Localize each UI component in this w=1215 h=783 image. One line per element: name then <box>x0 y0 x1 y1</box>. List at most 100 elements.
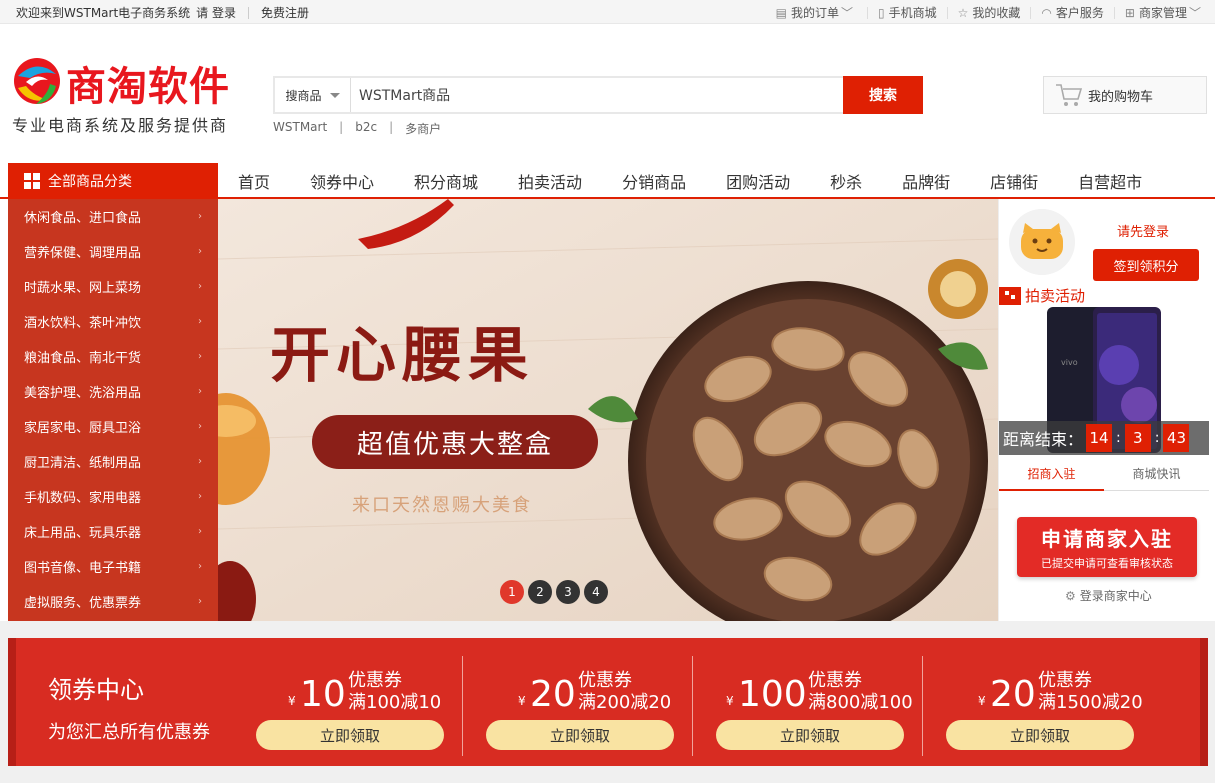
category-label: 酒水饮料、茶叶冲饮 <box>24 316 142 331</box>
apply-merchant-button[interactable]: 申请商家入驻 已提交申请可查看审核状态 <box>1017 517 1197 577</box>
all-categories-button[interactable]: 全部商品分类 <box>8 163 218 199</box>
get-coupon-button[interactable]: 立即领取 <box>256 720 444 750</box>
coupon-card: ¥ 20 优惠券 满200减20 立即领取 <box>462 638 692 766</box>
search-input[interactable] <box>351 78 843 112</box>
category-item[interactable]: 厨卫清洁、纸制用品 › <box>8 444 218 479</box>
hot-keyword[interactable]: WSTMart <box>273 120 327 137</box>
banner-page-dot[interactable]: 1 <box>500 580 524 604</box>
nav-item-brands[interactable]: 品牌街 <box>882 165 970 195</box>
all-categories-label: 全部商品分类 <box>48 174 132 190</box>
currency-symbol: ¥ <box>288 694 296 708</box>
mobile-mall-label: 手机商城 <box>888 6 937 20</box>
coupon-condition: 满800减100 <box>808 692 913 713</box>
hot-keywords: WSTMart | b2c | 多商户 <box>273 120 441 137</box>
logo-name: 商淘软件 <box>66 64 230 110</box>
banner-title: 开心腰果 <box>270 321 534 391</box>
logo-mark-icon <box>14 58 60 104</box>
countdown-minutes: 3 <box>1124 424 1151 452</box>
login-link[interactable]: 请 登录 <box>196 4 236 21</box>
dropdown-arrow-icon <box>329 92 340 98</box>
category-label: 厨卫清洁、纸制用品 <box>24 456 142 471</box>
coupon-center-title[interactable]: 领券中心 <box>48 670 144 705</box>
hot-keyword[interactable]: b2c <box>355 120 377 137</box>
chevron-right-icon: › <box>198 246 202 257</box>
category-item[interactable]: 手机数码、家用电器 › <box>8 479 218 514</box>
category-label: 床上用品、玩具乐器 <box>24 526 142 541</box>
category-item[interactable]: 美容护理、洗浴用品 › <box>8 374 218 409</box>
category-item[interactable]: 休闲食品、进口食品 › <box>8 199 218 234</box>
coupon-card: ¥ 10 优惠券 满100减10 立即领取 <box>232 638 462 766</box>
mobile-icon: ▯ <box>878 5 885 20</box>
avatar[interactable] <box>1009 209 1075 275</box>
banner-page-dot[interactable]: 4 <box>584 580 608 604</box>
search-button[interactable]: 搜索 <box>843 76 923 114</box>
banner-page-dot[interactable]: 3 <box>556 580 580 604</box>
category-label: 营养保健、调理用品 <box>24 246 142 261</box>
my-orders-link[interactable]: ▤ 我的订单 ﹀ <box>766 4 867 21</box>
main-nav: 首页 领券中心 积分商城 拍卖活动 分销商品 团购活动 秒杀 品牌街 店铺街 自… <box>218 165 1162 195</box>
chevron-right-icon: › <box>198 386 202 397</box>
nav-item-distribution[interactable]: 分销商品 <box>602 165 706 195</box>
nav-item-points-mall[interactable]: 积分商城 <box>394 165 498 195</box>
coupon-center-subtitle: 为您汇总所有优惠券 <box>48 722 210 743</box>
get-coupon-button[interactable]: 立即领取 <box>486 720 674 750</box>
nav-item-shops[interactable]: 店铺街 <box>970 165 1058 195</box>
category-item[interactable]: 家居家电、厨具卫浴 › <box>8 409 218 444</box>
currency-symbol: ¥ <box>518 694 526 708</box>
nav-item-flash-sale[interactable]: 秒杀 <box>810 165 882 195</box>
category-item[interactable]: 营养保健、调理用品 › <box>8 234 218 269</box>
merchant-manage-link[interactable]: ⊞ 商家管理 ﹀ <box>1115 4 1215 21</box>
coupon-amount: 20 <box>530 674 576 715</box>
nav-item-self-market[interactable]: 自营超市 <box>1058 165 1162 195</box>
site-logo[interactable]: 商淘软件 专业电商系统及服务提供商 <box>10 54 246 135</box>
merchant-manage-label: 商家管理 <box>1138 6 1187 20</box>
headset-icon: ◠ <box>1041 5 1052 20</box>
register-link[interactable]: 免费注册 <box>261 4 309 21</box>
customer-service-link[interactable]: ◠ 客户服务 <box>1031 4 1114 21</box>
nav-item-group-buy[interactable]: 团购活动 <box>706 165 810 195</box>
get-coupon-button[interactable]: 立即领取 <box>716 720 904 750</box>
hero-banner[interactable]: 开心腰果 超值优惠大整盒 来口天然恩赐大美食 1 2 3 4 <box>218 199 998 621</box>
countdown-label: 距离结束： <box>1003 430 1084 449</box>
category-item[interactable]: 酒水饮料、茶叶冲饮 › <box>8 304 218 339</box>
my-favorites-link[interactable]: ☆ 我的收藏 <box>948 4 1031 21</box>
mobile-mall-link[interactable]: ▯ 手机商城 <box>868 4 947 21</box>
nav-item-coupons[interactable]: 领券中心 <box>290 165 394 195</box>
cart-button[interactable]: 我的购物车 <box>1043 76 1207 114</box>
hot-keyword[interactable]: 多商户 <box>405 120 441 137</box>
coupon-amount: 20 <box>990 674 1036 715</box>
order-icon: ▤ <box>775 5 787 20</box>
nav-item-home[interactable]: 首页 <box>218 165 290 195</box>
banner-page-dot[interactable]: 2 <box>528 580 552 604</box>
category-grid-icon <box>24 173 40 189</box>
category-item[interactable]: 虚拟服务、优惠票券 › <box>8 584 218 619</box>
user-panel: 请先登录 签到领积分 拍卖活动 vivo 距离结束： 14 : 3 : 43 招… <box>998 199 1215 621</box>
sign-in-points-button[interactable]: 签到领积分 <box>1093 249 1199 281</box>
nav-item-auction[interactable]: 拍卖活动 <box>498 165 602 195</box>
banner-background-image <box>218 199 998 621</box>
coupon-condition: 满100减10 <box>348 692 442 713</box>
merchant-center-login-link[interactable]: ⚙ 登录商家中心 <box>1065 587 1152 604</box>
divider: | <box>389 120 394 134</box>
currency-symbol: ¥ <box>978 694 986 708</box>
category-label: 手机数码、家用电器 <box>24 491 142 506</box>
divider <box>248 6 249 19</box>
category-item[interactable]: 时蔬水果、网上菜场 › <box>8 269 218 304</box>
get-coupon-button[interactable]: 立即领取 <box>946 720 1134 750</box>
category-item[interactable]: 图书音像、电子书籍 › <box>8 549 218 584</box>
category-item[interactable]: 床上用品、玩具乐器 › <box>8 514 218 549</box>
info-tabs: 招商入驻 商城快讯 <box>999 457 1209 491</box>
coupon-condition: 满1500减20 <box>1038 692 1143 713</box>
cart-icon <box>1056 84 1083 106</box>
currency-symbol: ¥ <box>726 694 734 708</box>
search-category-select[interactable]: 搜商品 <box>275 78 351 112</box>
apply-merchant-sub: 已提交申请可查看审核状态 <box>1041 557 1173 570</box>
auction-section-label[interactable]: 拍卖活动 <box>999 285 1085 306</box>
tab-merchant-join[interactable]: 招商入驻 <box>999 457 1104 491</box>
tab-mall-news[interactable]: 商城快讯 <box>1104 457 1209 491</box>
category-item[interactable]: 粮油食品、南北干货 › <box>8 339 218 374</box>
category-label: 图书音像、电子书籍 <box>24 561 142 576</box>
auction-label: 拍卖活动 <box>1025 287 1086 305</box>
category-sidebar: 休闲食品、进口食品 › 营养保健、调理用品 › 时蔬水果、网上菜场 › 酒水饮料、茶叶… <box>8 199 218 621</box>
login-prompt-link[interactable]: 请先登录 <box>1117 221 1169 240</box>
